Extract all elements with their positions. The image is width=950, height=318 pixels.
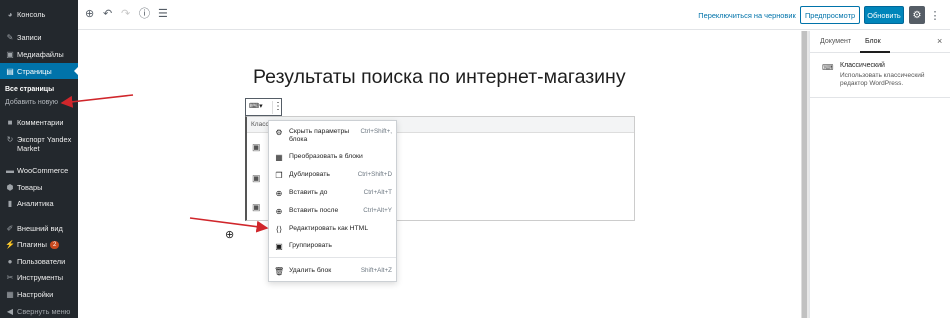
annotation-arrows xyxy=(60,94,269,233)
arrow-to-add-new xyxy=(60,94,134,108)
arrow-to-edit-html xyxy=(189,217,269,233)
